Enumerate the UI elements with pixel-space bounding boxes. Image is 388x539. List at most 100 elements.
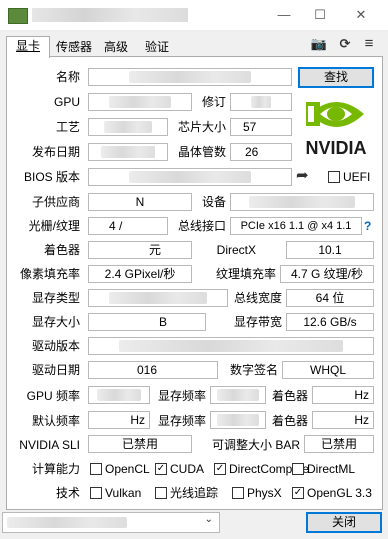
release-date-label: 发布日期 [31,145,80,159]
memory-size-field: B [88,313,206,331]
texture-fill-label: 纹理填充率 [215,267,276,281]
uefi-label: UEFI [343,170,371,184]
uefi-checkbox[interactable] [328,171,340,183]
shader-clock-field: Hz [312,386,374,404]
name-field [88,68,292,86]
bandwidth-label: 显存带宽 [233,315,282,329]
close-window-button[interactable]: ✕ [343,4,379,26]
share-icon[interactable]: ➦ [296,167,316,185]
tab-label: 高级 [103,40,128,54]
tab-validation[interactable]: 验证 [139,38,175,56]
bios-field [88,168,292,186]
tab-advanced[interactable]: 高级 [99,38,133,56]
sli-label: NVIDIA SLI [19,438,80,452]
bios-label: BIOS 版本 [23,170,80,184]
subvendor-value: N [135,195,145,209]
bus-label: 总线接口 [177,219,226,233]
nvidia-eye-icon: NVIDIA [305,102,367,158]
default-memory-clock-field [210,411,266,429]
gpu-clock-label: GPU 频率 [26,389,80,403]
raytracing-checkbox[interactable] [155,487,167,499]
lookup-button[interactable]: 查找 [298,67,374,88]
tab-label: 传感器 [55,40,92,54]
tab-label: 验证 [144,40,169,54]
driver-version-label: 驱动版本 [31,339,80,353]
default-memory-clock-label: 显存频率 [157,414,206,428]
sli-field: 已禁用 [88,435,192,453]
directml-checkbox[interactable] [292,463,304,475]
refresh-icon[interactable]: ⟳ [336,36,354,52]
default-shader-clock-field: Hz [312,411,374,429]
vulkan-label: Vulkan [105,486,142,500]
driver-date-field: 016 [88,361,218,379]
shaders-label: 着色器 [43,243,80,257]
compute-label: 计算能力 [31,462,80,476]
signature-field: WHQL [282,361,374,379]
rebar-field: 已禁用 [304,435,374,453]
subvendor-field: N [88,193,192,211]
name-label: 名称 [55,70,80,84]
rebar-label: 可调整大小 BAR [211,438,300,452]
tab-graphics-card[interactable]: 显卡 [6,36,50,58]
menu-icon[interactable]: ≡ [360,36,378,52]
camera-icon[interactable]: 📷 [310,36,328,52]
directx-label: DirectX [216,243,256,257]
process-field [88,118,168,136]
signature-label: 数字签名 [229,363,278,377]
minimize-button[interactable]: — [266,4,302,26]
help-icon[interactable]: ? [364,217,376,235]
cuda-checkbox[interactable]: ✓ [155,463,167,475]
nvidia-logo: NVIDIA [298,92,374,158]
tab-label: 显卡 [15,39,40,53]
default-clock-field: Hz [88,411,150,429]
gpu-select[interactable]: ⌄ [2,512,220,533]
shaders-field: 元 [88,241,192,259]
opencl-checkbox[interactable] [90,463,102,475]
title-bar: — ☐ ✕ [0,0,388,30]
maximize-button[interactable]: ☐ [302,4,338,26]
process-label: 工艺 [55,120,80,134]
shaders-unit: 元 [148,243,161,257]
chevron-down-icon: ⌄ [204,514,213,525]
texture-fill-field: 4.7 G 纹理/秒 [280,265,374,283]
transistors-field: 26 [230,143,292,161]
window-title [32,8,188,22]
transistors-label: 晶体管数 [177,145,226,159]
device-label: 设备 [201,195,226,209]
driver-version-field [88,337,374,355]
directml-label: DirectML [307,462,356,476]
memory-type-label: 显存类型 [31,291,80,305]
revision-label: 修订 [201,95,226,109]
default-clock-label: 默认频率 [31,414,80,428]
opengl-checkbox[interactable]: ✓ [292,487,304,499]
die-size-field: 57 [230,118,292,136]
pixel-fill-label: 像素填充率 [19,267,80,281]
bus-width-field: 64 位 [286,289,374,307]
default-shader-clock-label: 着色器 [271,414,308,428]
close-button[interactable]: 关闭 [306,512,382,533]
tab-sensors[interactable]: 传感器 [52,38,96,56]
physx-checkbox[interactable] [232,487,244,499]
die-size-label: 芯片大小 [177,120,226,134]
bus-width-label: 总线宽度 [233,291,282,305]
cuda-label: CUDA [170,462,205,476]
technologies-label: 技术 [55,486,80,500]
revision-field [230,93,292,111]
memory-clock-field [210,386,266,404]
gpu-field [88,93,192,111]
release-date-field [88,143,168,161]
vulkan-checkbox[interactable] [90,487,102,499]
bandwidth-field: 12.6 GB/s [286,313,374,331]
gpu-clock-field [88,386,150,404]
opencl-label: OpenCL [105,462,150,476]
pixel-fill-field: 2.4 GPixel/秒 [88,265,192,283]
app-icon [8,8,28,24]
memory-clock-label: 显存频率 [157,389,206,403]
opengl-label: OpenGL 3.3 [307,486,372,500]
memory-type-field [88,289,228,307]
driver-date-label: 驱动日期 [31,363,80,377]
memory-size-label: 显存大小 [31,315,80,329]
shader-clock-label: 着色器 [271,389,308,403]
gpu-label: GPU [53,95,80,109]
directcompute-checkbox[interactable]: ✓ [214,463,226,475]
